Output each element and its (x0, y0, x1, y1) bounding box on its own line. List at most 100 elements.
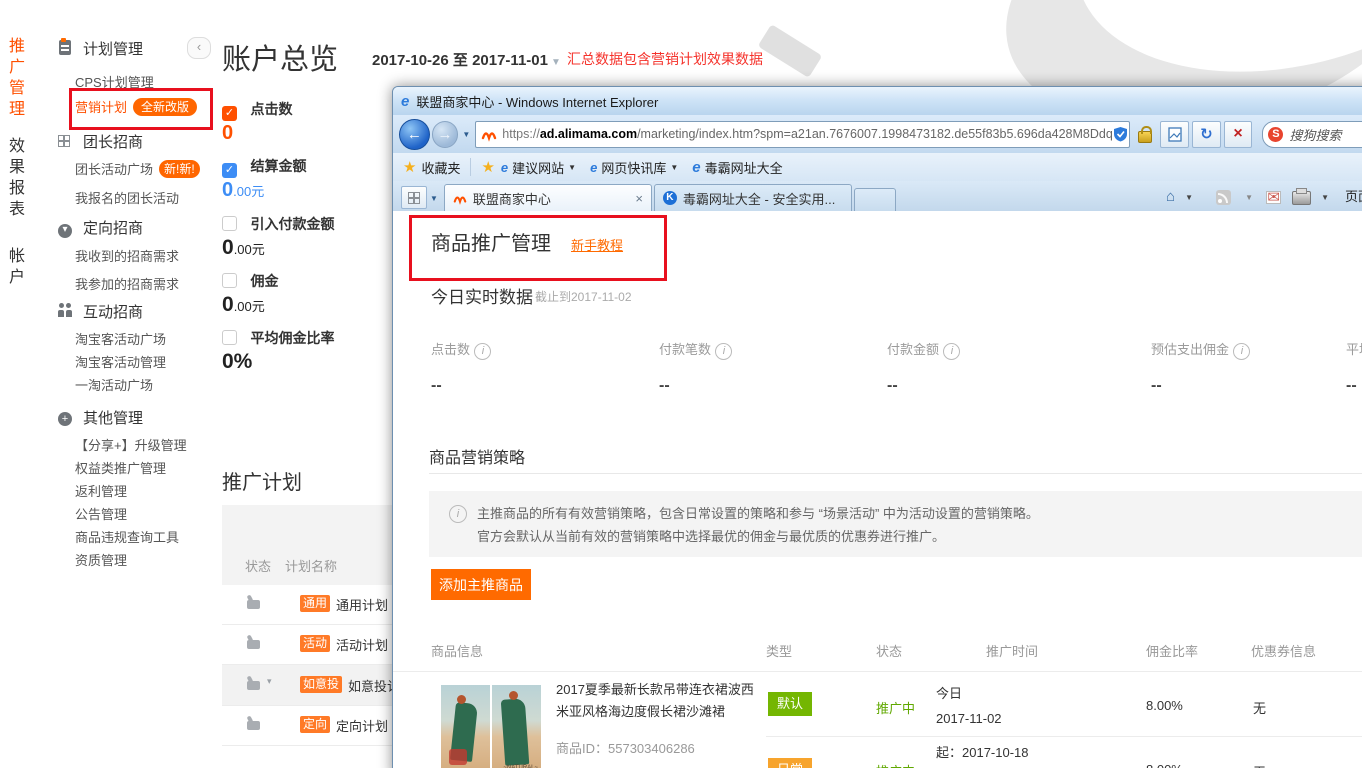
annotation-box-title (409, 215, 667, 281)
info-icon[interactable]: i (715, 343, 732, 360)
address-bar[interactable]: https://ad.alimama.com/marketing/index.h… (475, 121, 1129, 148)
vnav-item-promotion-manage[interactable]: 推广管理 (8, 36, 26, 120)
tab-alliance-center[interactable]: 联盟商家中心 × (444, 184, 652, 211)
info-icon[interactable]: i (1233, 343, 1250, 360)
plan-name[interactable]: 定向计划 (336, 716, 388, 735)
printer-caret-icon[interactable]: ▼ (1321, 193, 1329, 202)
thumb-up-icon[interactable] (247, 600, 260, 609)
caret-down-icon[interactable]: ▼ (568, 163, 576, 172)
duba-site-button[interactable]: 毒霸网址大全 (705, 158, 783, 177)
plan-name[interactable]: 通用计划 (336, 595, 388, 614)
ie-window: e 联盟商家中心 - Windows Internet Explorer ← →… (392, 86, 1362, 768)
menu-item-rebate-manage[interactable]: 返利管理 (75, 481, 127, 500)
menu-item-joined-demands[interactable]: 我参加的招商需求 (75, 274, 179, 293)
vnav-item-effect-report[interactable]: 效果报表 (8, 136, 26, 220)
caret-down-icon[interactable]: ▾ (267, 676, 272, 687)
menu-group-other-manage[interactable]: 其他管理 (83, 407, 143, 428)
quick-tabs-button[interactable] (401, 186, 427, 209)
menu-item-taobaoke-activity-plaza[interactable]: 淘宝客活动广场 (75, 329, 166, 348)
menu-item-announcement-manage[interactable]: 公告管理 (75, 504, 127, 523)
forward-button[interactable]: → (432, 121, 459, 148)
tab-duba-site[interactable]: K 毒霸网址大全 - 安全实用... (654, 184, 852, 211)
metric-value-intro-payment: 0.00元 (222, 236, 265, 260)
menu-item-etao-activity-plaza[interactable]: 一淘活动广场 (75, 375, 153, 394)
sidebar-collapse-button[interactable]: ‹ (187, 37, 211, 59)
ie-window-title: 联盟商家中心 - Windows Internet Explorer (416, 92, 658, 111)
page-menu-button[interactable]: 页面 (1345, 186, 1362, 205)
menu-item-taobaoke-activity-manage[interactable]: 淘宝客活动管理 (75, 352, 166, 371)
ie-logo-icon: e (401, 93, 409, 110)
menu-group-leader-recruit[interactable]: 团长招商 (83, 131, 143, 152)
recent-pages-caret-icon[interactable]: ▼ (462, 130, 470, 139)
favorites-button[interactable]: 收藏夹 (421, 158, 460, 177)
suggested-sites-button[interactable]: 建议网站 (512, 158, 564, 177)
menu-group-targeted-recruit[interactable]: 定向招商 (83, 217, 143, 238)
rss-icon[interactable] (1216, 190, 1231, 205)
grid-icon (58, 134, 70, 152)
divider (393, 671, 1362, 672)
info-icon: i (449, 505, 467, 523)
product-id-label: 商品ID： (556, 741, 608, 756)
stat-value: -- (431, 377, 442, 395)
column-type: 类型 (766, 641, 792, 660)
info-icon[interactable]: i (943, 343, 960, 360)
rss-caret-icon[interactable]: ▼ (1245, 193, 1253, 202)
close-tab-icon[interactable]: × (635, 191, 643, 206)
search-engine-label: 搜狗搜索 (1289, 125, 1341, 144)
security-shield-icon[interactable] (1113, 126, 1128, 142)
favorites-star-icon[interactable]: ★ (403, 158, 416, 176)
stop-button[interactable]: × (1224, 121, 1253, 148)
checkbox-avg-commission-rate[interactable] (222, 330, 237, 345)
mail-icon[interactable]: ✉ (1266, 191, 1281, 204)
page-icon (1168, 127, 1182, 142)
new-tab-stub[interactable] (854, 188, 896, 211)
menu-item-violation-query-tool[interactable]: 商品违规查询工具 (75, 527, 179, 546)
menu-group-interactive-recruit[interactable]: 互动招商 (83, 301, 143, 322)
menu-group-plan-manage[interactable]: 计划管理 (83, 38, 143, 59)
home-caret-icon[interactable]: ▼ (1185, 193, 1193, 202)
refresh-button[interactable]: ↻ (1192, 121, 1221, 148)
suggested-sites-icon: e (501, 160, 508, 175)
menu-item-qualification-manage[interactable]: 资质管理 (75, 550, 127, 569)
printer-icon[interactable] (1292, 191, 1311, 205)
menu-item-share-upgrade[interactable]: 【分享+】升级管理 (75, 435, 187, 454)
url-scheme: https:// (502, 127, 540, 141)
back-button[interactable]: ← (399, 119, 430, 150)
today-data-title: 今日实时数据 (431, 283, 533, 308)
vnav-item-account[interactable]: 帐户 (8, 246, 26, 288)
menu-item-rights-promotion[interactable]: 权益类推广管理 (75, 458, 166, 477)
menu-item-my-leader-activities[interactable]: 我报名的团长活动 (75, 188, 179, 207)
checkbox-intro-payment[interactable] (222, 216, 237, 231)
stat-value: -- (1346, 377, 1357, 395)
checkbox-commission[interactable] (222, 273, 237, 288)
alimama-favicon (481, 126, 497, 142)
url-path: /marketing/index.htm?spm=a21an.7676007.1… (637, 127, 1113, 141)
home-icon[interactable]: ⌂ (1166, 188, 1175, 205)
thumb-up-icon[interactable] (247, 640, 260, 649)
tab-list-caret-icon[interactable]: ▼ (430, 194, 438, 203)
plan-name[interactable]: 活动计划 (336, 635, 388, 654)
thumb-up-icon[interactable] (247, 681, 260, 690)
strategy-info-line2: 官方会默认从当前有效的营销策略中选择最优的佣金与最优质的优惠券进行推广。 (477, 525, 1039, 548)
column-product-info: 商品信息 (431, 641, 483, 660)
thumb-up-icon[interactable] (247, 721, 260, 730)
menu-item-received-demands[interactable]: 我收到的招商需求 (75, 246, 179, 265)
product-image[interactable]: ~NATURAL~ (441, 685, 541, 768)
people-icon (58, 303, 72, 322)
ie-titlebar[interactable]: e 联盟商家中心 - Windows Internet Explorer (393, 87, 1362, 115)
type-badge-default: 默认 (768, 692, 812, 716)
caret-down-icon[interactable]: ▼ (670, 163, 678, 172)
date-range-selector[interactable]: 2017-10-26 至 2017-11-01▼ (372, 49, 561, 70)
web-slices-button[interactable]: 网页快讯库 (601, 158, 666, 177)
product-title[interactable]: 2017夏季最新长款吊带连衣裙波西米亚风格海边度假长裙沙滩裙 (556, 679, 754, 723)
add-main-product-button[interactable]: 添加主推商品 (431, 569, 531, 600)
menu-item-leader-activity-plaza[interactable]: 团长活动广场 (75, 162, 153, 177)
duba-site-icon: e (692, 159, 700, 176)
checkbox-settlement[interactable]: ✓ (222, 163, 237, 178)
checkbox-clicks[interactable]: ✓ (222, 106, 237, 121)
status-promoting: 推广中 (876, 761, 915, 768)
search-box[interactable]: S 搜狗搜索 (1262, 121, 1362, 148)
info-icon[interactable]: i (474, 343, 491, 360)
add-favorite-star-icon[interactable]: ★ (481, 158, 494, 176)
compatibility-view-button[interactable] (1160, 121, 1189, 148)
